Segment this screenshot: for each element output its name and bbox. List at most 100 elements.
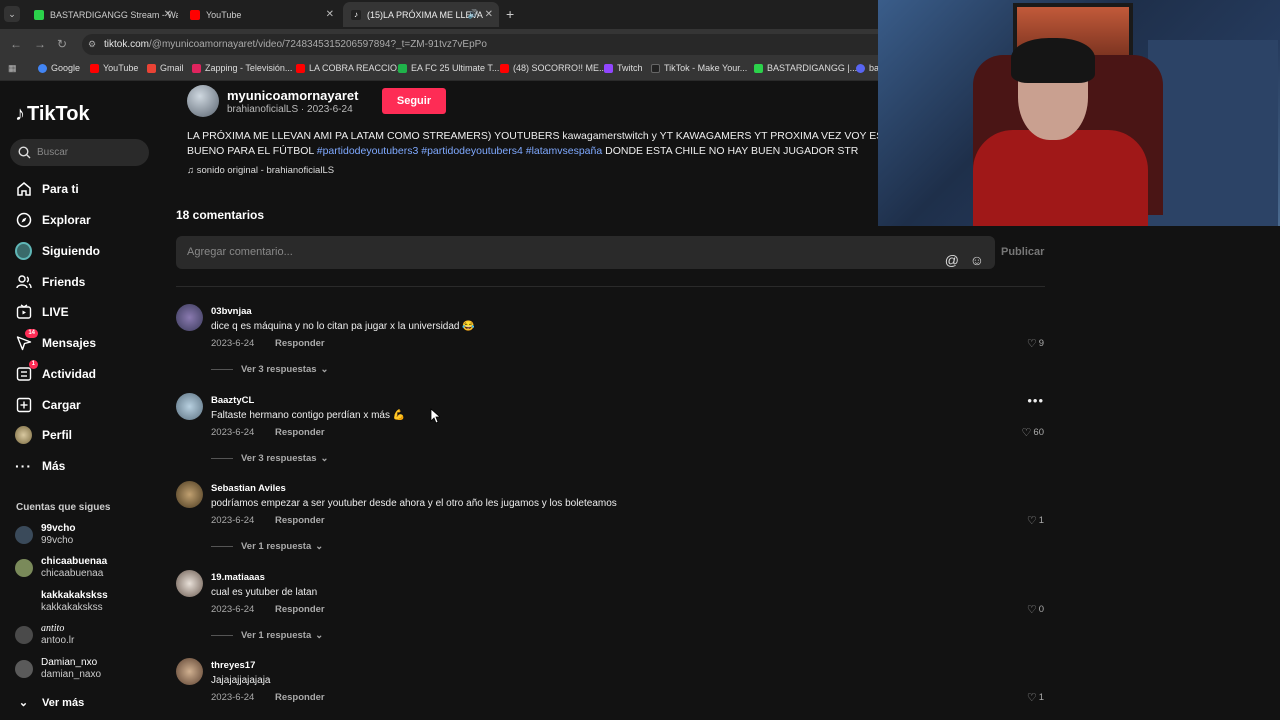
sound-link[interactable]: ♫ sonido original - brahianoficialLS bbox=[187, 165, 334, 176]
like-button[interactable]: ♡ 1 bbox=[1027, 691, 1044, 704]
avatar[interactable] bbox=[176, 570, 203, 597]
comment-date: 2023-6-24 bbox=[211, 515, 255, 526]
following-account[interactable]: 99vcho 99vcho bbox=[15, 523, 75, 547]
comment-username[interactable]: 19.matiaaas bbox=[211, 572, 265, 583]
avatar bbox=[15, 526, 33, 544]
more-options-icon[interactable]: ••• bbox=[1027, 393, 1044, 408]
bookmark-ea-fc[interactable]: EA FC 25 Ultimate T... bbox=[398, 63, 499, 73]
sidebar-item-mas[interactable]: ··· Más bbox=[15, 457, 65, 474]
comment-username[interactable]: Sebastian Aviles bbox=[211, 483, 286, 494]
url-field[interactable]: ⚙ tiktok.com/@myunicoamornayaret/video/7… bbox=[82, 34, 982, 55]
comments-count: 18 comentarios bbox=[176, 208, 265, 222]
back-icon[interactable]: ← bbox=[10, 37, 22, 51]
comment-text: Jajajajjajajaja bbox=[211, 675, 271, 686]
avatar[interactable] bbox=[176, 481, 203, 508]
reply-button[interactable]: Responder bbox=[275, 604, 325, 615]
reply-button[interactable]: Responder bbox=[275, 338, 325, 349]
tab-tiktok-video[interactable]: ♪ (15)LA PRÓXIMA ME LLEVA 🔊 ✕ bbox=[343, 2, 499, 27]
account-handle: antoo.lr bbox=[41, 635, 75, 646]
comment-item: BaaztyCL Faltaste hermano contigo perdía… bbox=[176, 393, 1046, 473]
search-input[interactable]: Buscar bbox=[10, 139, 149, 166]
sidebar-item-siguiendo[interactable]: Siguiendo bbox=[15, 241, 100, 260]
webcam-streamer-body bbox=[973, 130, 1148, 226]
bookmark-twitch[interactable]: Twitch bbox=[604, 63, 643, 73]
following-account[interactable]: chicaabuenaa chicaabuenaa bbox=[15, 556, 107, 580]
author-avatar[interactable] bbox=[187, 85, 219, 117]
reply-button[interactable]: Responder bbox=[275, 692, 325, 703]
sidebar-item-cargar[interactable]: Cargar bbox=[15, 396, 81, 413]
bookmark-youtube[interactable]: YouTube bbox=[90, 63, 138, 73]
bookmark-zapping[interactable]: Zapping - Televisión... bbox=[192, 63, 292, 73]
sidebar-item-explorar[interactable]: Explorar bbox=[15, 211, 91, 228]
comment-date: 2023-6-24 bbox=[211, 692, 255, 703]
avatar[interactable] bbox=[176, 304, 203, 331]
avatar[interactable] bbox=[176, 393, 203, 420]
reply-button[interactable]: Responder bbox=[275, 515, 325, 526]
hashtag-link[interactable]: #partidodeyoutubers3 bbox=[317, 145, 419, 157]
account-handle: kakkakakskss bbox=[41, 602, 103, 613]
apps-grid-icon[interactable]: ▦ bbox=[8, 63, 17, 74]
close-tab-icon[interactable]: ✕ bbox=[164, 9, 172, 20]
comment-date: 2023-6-24 bbox=[211, 338, 255, 349]
reply-button[interactable]: Responder bbox=[275, 427, 325, 438]
sidebar-item-live[interactable]: LIVE bbox=[15, 303, 69, 320]
view-replies-button[interactable]: Ver 3 respuestas ⌄ bbox=[211, 364, 329, 375]
tab-bastardigangg[interactable]: BASTARDIGANGG Stream - Wat ✕ bbox=[26, 2, 178, 27]
speaker-icon[interactable]: 🔊 bbox=[468, 9, 479, 20]
bookmark-gmail[interactable]: Gmail bbox=[147, 63, 184, 73]
sidebar-item-mensajes[interactable]: 14 Mensajes bbox=[15, 329, 96, 351]
chevron-down-icon: ⌄ bbox=[18, 697, 29, 709]
sidebar-item-label: Explorar bbox=[42, 212, 91, 227]
bookmark-ba[interactable]: ba bbox=[856, 63, 879, 73]
bookmark-tiktok[interactable]: TikTok - Make Your... bbox=[651, 63, 747, 73]
reload-icon[interactable]: ↻ bbox=[57, 37, 67, 51]
mention-icon[interactable]: @ bbox=[945, 244, 959, 277]
comment-text: dice q es máquina y no lo citan pa jugar… bbox=[211, 321, 475, 332]
new-tab-icon[interactable]: + bbox=[506, 6, 514, 22]
close-tab-icon[interactable]: ✕ bbox=[485, 9, 493, 20]
hashtag-link[interactable]: #latamvsespaña bbox=[526, 145, 602, 157]
forward-icon[interactable]: → bbox=[34, 37, 46, 51]
comment-text: cual es yutuber de latan bbox=[211, 587, 318, 598]
sidebar-item-actividad[interactable]: 1 Actividad bbox=[15, 360, 96, 382]
close-tab-icon[interactable]: ✕ bbox=[326, 9, 334, 20]
tab-list-chevron-icon[interactable]: ⌄ bbox=[4, 6, 20, 22]
tab-youtube[interactable]: YouTube ✕ bbox=[182, 2, 340, 27]
view-replies-button[interactable]: Ver 1 respuesta ⌄ bbox=[211, 541, 323, 552]
avatar[interactable] bbox=[176, 658, 203, 685]
bookmark-socorro[interactable]: (48) SOCORRO!! ME... bbox=[500, 63, 607, 73]
view-replies-button[interactable]: Ver 1 respuesta ⌄ bbox=[211, 630, 323, 641]
comment-username[interactable]: threyes17 bbox=[211, 660, 255, 671]
friends-icon bbox=[15, 273, 32, 290]
comment-input[interactable]: Agregar comentario... @ ☺ bbox=[176, 236, 995, 269]
bookmark-google[interactable]: Google bbox=[38, 63, 80, 73]
like-button[interactable]: ♡ 1 bbox=[1027, 514, 1044, 527]
view-replies-button[interactable]: Ver 3 respuestas ⌄ bbox=[211, 453, 329, 464]
bookmark-la-cobra[interactable]: LA COBRA REACCIO... bbox=[296, 63, 405, 73]
like-button[interactable]: ♡ 9 bbox=[1027, 337, 1044, 350]
comment-placeholder: Agregar comentario... bbox=[187, 246, 293, 258]
following-account[interactable]: antito antoo.lr bbox=[15, 623, 74, 647]
tiktok-logo[interactable]: ♪ TikTok bbox=[15, 103, 90, 126]
bookmark-bastardigangg[interactable]: BASTARDIGANGG |... bbox=[754, 63, 857, 73]
tiktok-note-icon: ♪ bbox=[15, 103, 25, 125]
home-icon bbox=[15, 180, 32, 197]
like-button[interactable]: ♡ 0 bbox=[1027, 603, 1044, 616]
following-account[interactable]: kakkakakskss kakkakakskss bbox=[15, 590, 108, 614]
comment-username[interactable]: 03bvnjaa bbox=[211, 306, 252, 317]
account-name: kakkakakskss bbox=[41, 590, 108, 601]
emoji-icon[interactable]: ☺ bbox=[970, 244, 984, 277]
sidebar-item-perfil[interactable]: Perfil bbox=[15, 425, 72, 444]
hashtag-link[interactable]: #partidodeyoutubers4 bbox=[421, 145, 523, 157]
sidebar-item-para-ti[interactable]: Para ti bbox=[15, 180, 79, 197]
like-button[interactable]: ♡ 60 bbox=[1022, 426, 1044, 439]
comment-username[interactable]: BaaztyCL bbox=[211, 395, 254, 406]
site-info-icon[interactable]: ⚙ bbox=[88, 34, 96, 55]
sidebar-item-label: Cargar bbox=[42, 397, 81, 412]
sidebar-item-friends[interactable]: Friends bbox=[15, 273, 85, 290]
see-more-button[interactable]: ⌄ Ver más bbox=[15, 694, 84, 711]
following-account[interactable]: Damian_nxo damian_naxo bbox=[15, 657, 101, 681]
author-name[interactable]: myunicoamornayaret bbox=[227, 88, 359, 103]
publish-button[interactable]: Publicar bbox=[1001, 246, 1044, 258]
follow-button[interactable]: Seguir bbox=[382, 88, 446, 114]
